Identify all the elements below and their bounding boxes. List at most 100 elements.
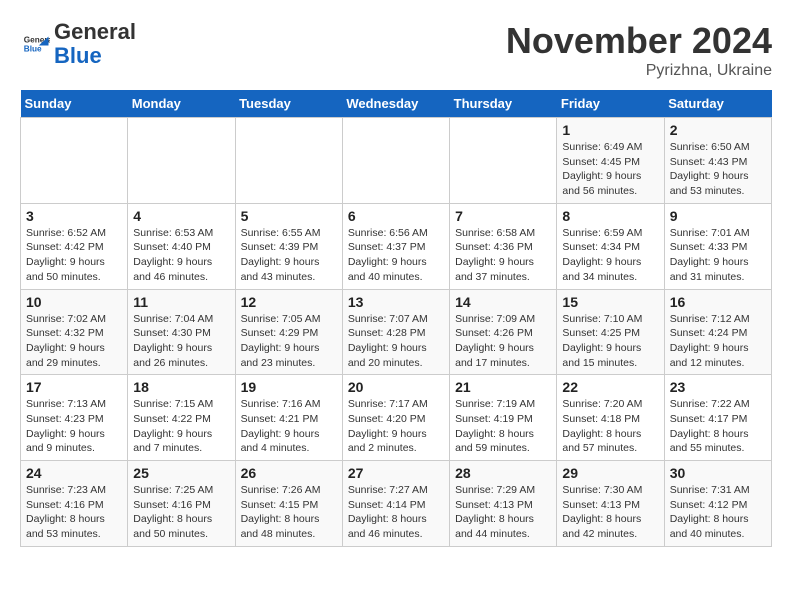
day-info: Sunrise: 7:20 AM Sunset: 4:18 PM Dayligh… [562, 397, 658, 456]
day-info: Sunrise: 7:22 AM Sunset: 4:17 PM Dayligh… [670, 397, 766, 456]
calendar-cell: 20 Sunrise: 7:17 AM Sunset: 4:20 PM Dayli… [342, 375, 449, 461]
calendar-cell: 8 Sunrise: 6:59 AM Sunset: 4:34 PM Daylig… [557, 203, 664, 289]
day-number: 24 [26, 465, 122, 481]
day-info: Sunrise: 7:27 AM Sunset: 4:14 PM Dayligh… [348, 483, 444, 542]
day-number: 13 [348, 294, 444, 310]
day-number: 26 [241, 465, 337, 481]
day-number: 10 [26, 294, 122, 310]
day-number: 20 [348, 379, 444, 395]
weekday-header-friday: Friday [557, 90, 664, 118]
calendar-cell: 16 Sunrise: 7:12 AM Sunset: 4:24 PM Dayli… [664, 289, 771, 375]
page-header: General Blue General Blue November 2024 … [20, 20, 772, 80]
calendar-cell: 13 Sunrise: 7:07 AM Sunset: 4:28 PM Dayli… [342, 289, 449, 375]
day-number: 6 [348, 208, 444, 224]
day-info: Sunrise: 7:05 AM Sunset: 4:29 PM Dayligh… [241, 312, 337, 371]
calendar-cell: 27 Sunrise: 7:27 AM Sunset: 4:14 PM Dayli… [342, 461, 449, 547]
day-info: Sunrise: 7:12 AM Sunset: 4:24 PM Dayligh… [670, 312, 766, 371]
day-number: 14 [455, 294, 551, 310]
day-number: 15 [562, 294, 658, 310]
day-number: 1 [562, 122, 658, 138]
week-row-1: 1 Sunrise: 6:49 AM Sunset: 4:45 PM Daylig… [21, 118, 772, 204]
day-number: 2 [670, 122, 766, 138]
weekday-header-sunday: Sunday [21, 90, 128, 118]
day-number: 29 [562, 465, 658, 481]
day-number: 4 [133, 208, 229, 224]
day-info: Sunrise: 7:07 AM Sunset: 4:28 PM Dayligh… [348, 312, 444, 371]
day-number: 18 [133, 379, 229, 395]
calendar-cell [21, 118, 128, 204]
calendar-cell: 21 Sunrise: 7:19 AM Sunset: 4:19 PM Dayli… [450, 375, 557, 461]
day-number: 25 [133, 465, 229, 481]
calendar-cell [235, 118, 342, 204]
day-info: Sunrise: 7:02 AM Sunset: 4:32 PM Dayligh… [26, 312, 122, 371]
calendar-cell: 2Sunrise: 6:50 AM Sunset: 4:43 PM Daylig… [664, 118, 771, 204]
calendar-cell: 9 Sunrise: 7:01 AM Sunset: 4:33 PM Daylig… [664, 203, 771, 289]
day-info: Sunrise: 7:01 AM Sunset: 4:33 PM Dayligh… [670, 226, 766, 285]
calendar-cell: 26 Sunrise: 7:26 AM Sunset: 4:15 PM Dayli… [235, 461, 342, 547]
svg-text:Blue: Blue [24, 45, 42, 54]
week-row-3: 10 Sunrise: 7:02 AM Sunset: 4:32 PM Dayli… [21, 289, 772, 375]
day-info: Sunrise: 6:49 AM Sunset: 4:45 PM Dayligh… [562, 140, 658, 199]
day-number: 9 [670, 208, 766, 224]
day-info: Sunrise: 7:25 AM Sunset: 4:16 PM Dayligh… [133, 483, 229, 542]
day-number: 11 [133, 294, 229, 310]
weekday-header-saturday: Saturday [664, 90, 771, 118]
weekday-header-monday: Monday [128, 90, 235, 118]
weekday-header-tuesday: Tuesday [235, 90, 342, 118]
day-info: Sunrise: 7:13 AM Sunset: 4:23 PM Dayligh… [26, 397, 122, 456]
calendar-cell: 5Sunrise: 6:55 AM Sunset: 4:39 PM Daylig… [235, 203, 342, 289]
calendar-cell: 11 Sunrise: 7:04 AM Sunset: 4:30 PM Dayli… [128, 289, 235, 375]
day-number: 22 [562, 379, 658, 395]
day-number: 7 [455, 208, 551, 224]
calendar-cell [342, 118, 449, 204]
day-info: Sunrise: 6:52 AM Sunset: 4:42 PM Dayligh… [26, 226, 122, 285]
day-number: 19 [241, 379, 337, 395]
calendar-cell: 6 Sunrise: 6:56 AM Sunset: 4:37 PM Daylig… [342, 203, 449, 289]
day-info: Sunrise: 6:59 AM Sunset: 4:34 PM Dayligh… [562, 226, 658, 285]
day-info: Sunrise: 7:04 AM Sunset: 4:30 PM Dayligh… [133, 312, 229, 371]
calendar-cell: 4Sunrise: 6:53 AM Sunset: 4:40 PM Daylig… [128, 203, 235, 289]
day-info: Sunrise: 6:55 AM Sunset: 4:39 PM Dayligh… [241, 226, 337, 285]
calendar-cell: 19Sunrise: 7:16 AM Sunset: 4:21 PM Dayli… [235, 375, 342, 461]
day-info: Sunrise: 7:10 AM Sunset: 4:25 PM Dayligh… [562, 312, 658, 371]
week-row-5: 24Sunrise: 7:23 AM Sunset: 4:16 PM Dayli… [21, 461, 772, 547]
week-row-2: 3 Sunrise: 6:52 AM Sunset: 4:42 PM Daylig… [21, 203, 772, 289]
logo-icon: General Blue [20, 29, 50, 59]
day-number: 16 [670, 294, 766, 310]
calendar-cell: 23 Sunrise: 7:22 AM Sunset: 4:17 PM Dayli… [664, 375, 771, 461]
calendar-cell: 3 Sunrise: 6:52 AM Sunset: 4:42 PM Daylig… [21, 203, 128, 289]
day-info: Sunrise: 7:30 AM Sunset: 4:13 PM Dayligh… [562, 483, 658, 542]
day-number: 3 [26, 208, 122, 224]
calendar-cell: 15 Sunrise: 7:10 AM Sunset: 4:25 PM Dayli… [557, 289, 664, 375]
logo: General Blue General Blue [20, 20, 136, 68]
weekday-header-wednesday: Wednesday [342, 90, 449, 118]
day-info: Sunrise: 7:26 AM Sunset: 4:15 PM Dayligh… [241, 483, 337, 542]
day-info: Sunrise: 7:19 AM Sunset: 4:19 PM Dayligh… [455, 397, 551, 456]
day-number: 8 [562, 208, 658, 224]
day-number: 21 [455, 379, 551, 395]
day-number: 23 [670, 379, 766, 395]
day-number: 17 [26, 379, 122, 395]
day-info: Sunrise: 7:29 AM Sunset: 4:13 PM Dayligh… [455, 483, 551, 542]
month-title: November 2024 [506, 20, 772, 62]
calendar-cell: 10 Sunrise: 7:02 AM Sunset: 4:32 PM Dayli… [21, 289, 128, 375]
location-subtitle: Pyrizhna, Ukraine [506, 62, 772, 80]
day-info: Sunrise: 7:17 AM Sunset: 4:20 PM Dayligh… [348, 397, 444, 456]
day-number: 27 [348, 465, 444, 481]
calendar-cell: 18Sunrise: 7:15 AM Sunset: 4:22 PM Dayli… [128, 375, 235, 461]
calendar-cell: 29 Sunrise: 7:30 AM Sunset: 4:13 PM Dayli… [557, 461, 664, 547]
weekday-header-row: SundayMondayTuesdayWednesdayThursdayFrid… [21, 90, 772, 118]
day-info: Sunrise: 6:58 AM Sunset: 4:36 PM Dayligh… [455, 226, 551, 285]
day-info: Sunrise: 6:56 AM Sunset: 4:37 PM Dayligh… [348, 226, 444, 285]
day-info: Sunrise: 7:09 AM Sunset: 4:26 PM Dayligh… [455, 312, 551, 371]
calendar-cell [450, 118, 557, 204]
weekday-header-thursday: Thursday [450, 90, 557, 118]
day-info: Sunrise: 7:31 AM Sunset: 4:12 PM Dayligh… [670, 483, 766, 542]
calendar-cell: 14 Sunrise: 7:09 AM Sunset: 4:26 PM Dayli… [450, 289, 557, 375]
calendar-cell: 24Sunrise: 7:23 AM Sunset: 4:16 PM Dayli… [21, 461, 128, 547]
calendar-cell: 30Sunrise: 7:31 AM Sunset: 4:12 PM Dayli… [664, 461, 771, 547]
calendar-cell: 22 Sunrise: 7:20 AM Sunset: 4:18 PM Dayli… [557, 375, 664, 461]
calendar-cell: 12Sunrise: 7:05 AM Sunset: 4:29 PM Dayli… [235, 289, 342, 375]
calendar-cell: 1 Sunrise: 6:49 AM Sunset: 4:45 PM Daylig… [557, 118, 664, 204]
week-row-4: 17 Sunrise: 7:13 AM Sunset: 4:23 PM Dayli… [21, 375, 772, 461]
